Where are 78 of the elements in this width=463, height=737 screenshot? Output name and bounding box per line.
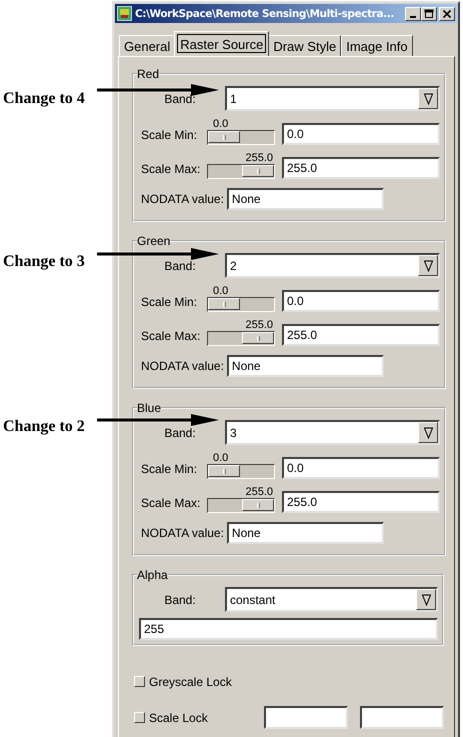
minimize-button[interactable] [405, 6, 421, 20]
scale-max-field[interactable]: 255.0 [282, 324, 440, 346]
range-field[interactable] [264, 706, 348, 729]
caret-icon [424, 260, 432, 272]
slider-track[interactable] [207, 130, 275, 145]
caret-icon [422, 594, 430, 606]
window-title: C:\WorkSpace\Remote Sensing\Multi-spectra... [135, 8, 395, 20]
tab[interactable]: Raster Source [174, 31, 270, 56]
tab[interactable]: Image Info [341, 35, 413, 56]
scale-max-label: Scale Max: [140, 162, 202, 176]
nodata-label: NODATA value: [140, 359, 224, 373]
caret-icon [424, 426, 432, 438]
slider-thumb[interactable] [242, 499, 274, 511]
scale-min-label: Scale Min: [140, 462, 198, 476]
scale-min-field[interactable]: 0.0 [282, 123, 440, 145]
checkbox[interactable] [134, 676, 145, 687]
dropdown-button[interactable] [418, 255, 438, 276]
nodata-label: NODATA value: [140, 526, 224, 540]
scale-max-label: Scale Max: [140, 329, 202, 343]
slider-reading: 0.0 [212, 453, 230, 464]
slider-thumb[interactable] [208, 131, 240, 143]
band-dropdown[interactable]: 3 [225, 420, 440, 445]
scale-min-field[interactable]: 0.0 [282, 457, 440, 479]
scale-max-field[interactable]: 255.0 [282, 491, 440, 513]
app-icon [117, 6, 132, 21]
group-label: Green [137, 234, 170, 248]
scale-min-field[interactable]: 0.0 [282, 290, 440, 312]
tab[interactable]: General [119, 35, 176, 56]
slider-track[interactable] [207, 297, 275, 312]
minimize-icon [410, 16, 416, 18]
scale-min-label: Scale Min: [140, 128, 198, 142]
slider-reading: 255.0 [244, 320, 274, 331]
slider-thumb[interactable] [242, 332, 274, 344]
band-dropdown[interactable]: constant [225, 587, 438, 612]
close-icon [442, 8, 452, 18]
maximize-button[interactable] [421, 6, 437, 20]
slider-reading: 0.0 [212, 119, 230, 130]
maximize-icon [424, 8, 434, 18]
nodata-label: NODATA value: [140, 192, 224, 206]
nodata-field[interactable]: None [226, 355, 384, 377]
checkbox-label[interactable]: Greyscale Lock [149, 674, 232, 688]
dropdown-button[interactable] [416, 589, 436, 610]
annotation-text: Change to 4 [3, 90, 85, 108]
slider-track[interactable] [207, 164, 275, 179]
scale-min-label: Scale Min: [140, 295, 198, 309]
band-label: Band: [163, 92, 197, 106]
slider-track[interactable] [207, 331, 275, 346]
slider-reading: 255.0 [244, 487, 274, 498]
band-label: Band: [163, 258, 197, 272]
checkbox[interactable] [134, 712, 145, 723]
slider-track[interactable] [207, 498, 275, 513]
band-dropdown[interactable]: 2 [225, 253, 440, 278]
nodata-field[interactable]: None [226, 522, 384, 544]
close-button[interactable] [439, 6, 455, 20]
dropdown-button[interactable] [418, 88, 438, 109]
group-label: Red [137, 67, 160, 81]
slider-track[interactable] [207, 464, 275, 479]
slider-reading: 255.0 [244, 153, 274, 164]
slider-reading: 0.0 [212, 286, 230, 297]
slider-thumb[interactable] [208, 298, 240, 310]
dropdown-button[interactable] [418, 422, 438, 443]
band-dropdown[interactable]: 1 [225, 86, 440, 111]
alpha-value-field[interactable]: 255 [139, 618, 438, 640]
range-field[interactable] [360, 706, 444, 729]
slider-thumb[interactable] [208, 465, 240, 477]
tab[interactable]: Draw Style [268, 35, 342, 56]
annotation-text: Change to 2 [3, 418, 85, 436]
nodata-field[interactable]: None [226, 188, 384, 210]
scale-max-label: Scale Max: [140, 496, 202, 510]
scale-max-field[interactable]: 255.0 [282, 157, 440, 179]
annotation-text: Change to 3 [3, 253, 85, 271]
group-label: Alpha [137, 568, 168, 582]
caret-icon [424, 92, 432, 104]
band-label: Band: [163, 426, 197, 440]
checkbox-label[interactable]: Scale Lock [149, 710, 208, 724]
band-label: Band: [163, 592, 197, 606]
group-label: Blue [137, 401, 162, 415]
slider-thumb[interactable] [242, 165, 274, 177]
